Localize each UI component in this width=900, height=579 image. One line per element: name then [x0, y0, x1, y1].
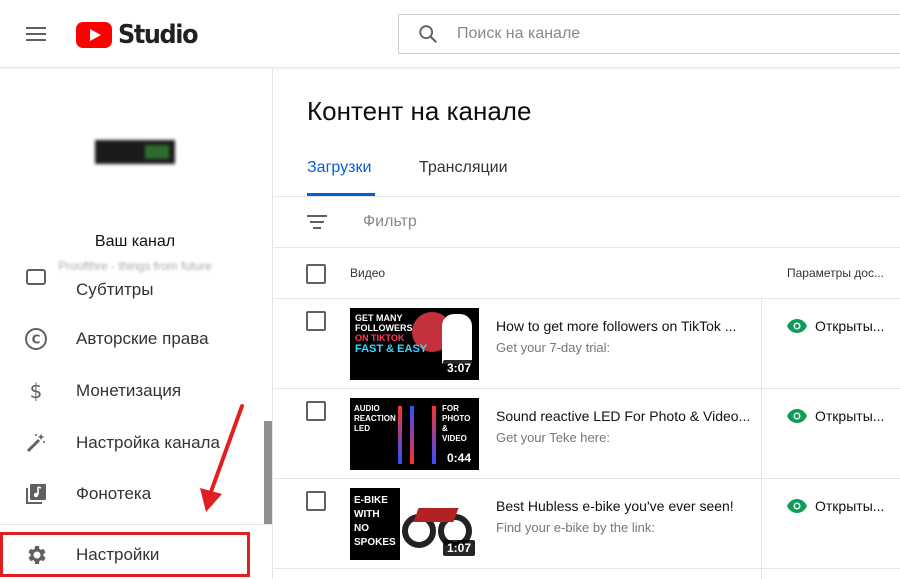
- divider: [274, 247, 900, 248]
- tab-uploads[interactable]: Загрузки: [307, 159, 371, 177]
- led-bar: [410, 406, 414, 464]
- page-title: Контент на канале: [307, 96, 532, 126]
- sidebar-item-label: Авторские права: [76, 329, 209, 348]
- column-header-visibility[interactable]: Параметры дос...: [787, 266, 884, 280]
- visibility-label: Открыты...: [815, 408, 885, 424]
- logo-text: Studio: [118, 20, 199, 50]
- search-input[interactable]: [457, 25, 757, 43]
- video-duration: 1:07: [442, 540, 475, 556]
- column-divider: [761, 298, 762, 579]
- filter-icon[interactable]: [307, 215, 327, 229]
- thumbnail-text: REACTION: [354, 414, 396, 423]
- highlight-box: [0, 532, 250, 577]
- channel-avatar[interactable]: [95, 140, 175, 164]
- eye-icon: [787, 409, 807, 423]
- main-content: Контент на канале Загрузки Трансляции Фи…: [274, 69, 900, 579]
- video-title[interactable]: Best Hubless e-bike you've ever seen!: [496, 498, 734, 514]
- sidebar-item-copyright[interactable]: C Авторские права: [0, 313, 270, 365]
- subtitles-icon: [24, 267, 48, 289]
- channel-title: Ваш канал: [94, 233, 176, 250]
- tab-live[interactable]: Трансляции: [419, 159, 508, 177]
- column-header-video[interactable]: Видео: [350, 266, 385, 280]
- row-checkbox[interactable]: [306, 311, 326, 331]
- youtube-logo-icon: [76, 22, 112, 48]
- thumbnail-text: E-BIKE: [354, 495, 388, 506]
- svg-text:$: $: [30, 379, 43, 403]
- visibility-status[interactable]: Открыты...: [787, 498, 884, 514]
- thumbnail-text: WITH: [354, 509, 380, 520]
- thumbnail-text: FAST & EASY: [355, 343, 428, 355]
- dollar-icon: $: [24, 379, 48, 403]
- table-row[interactable]: AUDIO REACTION LED FOR PHOTO & VIDEO 0:4…: [274, 389, 900, 479]
- video-thumbnail[interactable]: GET MANY FOLLOWERS ON TIKTOK FAST & EASY…: [350, 308, 479, 380]
- video-title[interactable]: Sound reactive LED For Photo & Video...: [496, 408, 750, 424]
- select-all-checkbox[interactable]: [306, 264, 326, 284]
- video-thumbnail[interactable]: AUDIO REACTION LED FOR PHOTO & VIDEO 0:4…: [350, 398, 479, 470]
- video-description: Get your 7-day trial:: [496, 340, 611, 355]
- video-title[interactable]: How to get more followers on TikTok ...: [496, 318, 736, 334]
- sidebar-scrollbar[interactable]: [264, 421, 272, 525]
- top-bar: Studio: [0, 0, 900, 68]
- divider: [274, 196, 900, 197]
- thumbnail-text: FOLLOWERS: [355, 323, 413, 333]
- thumbnail-text: GET MANY: [355, 313, 403, 323]
- filter-input[interactable]: Фильтр: [363, 213, 417, 231]
- menu-icon[interactable]: [26, 27, 46, 41]
- video-description: Find your e-bike by the link:: [496, 520, 655, 535]
- search-icon[interactable]: [417, 23, 439, 45]
- bike-frame: [413, 508, 459, 522]
- visibility-label: Открыты...: [815, 498, 885, 514]
- video-duration: 0:44: [442, 450, 475, 466]
- divider: [0, 524, 272, 525]
- table-row[interactable]: GET MANY FOLLOWERS ON TIKTOK FAST & EASY…: [274, 299, 900, 389]
- svg-text:C: C: [32, 333, 41, 347]
- table-row[interactable]: E-BIKE WITH NO SPOKES 1:07 Best Hubless …: [274, 479, 900, 569]
- sidebar-item-label: Фонотека: [76, 484, 152, 503]
- eye-icon: [787, 499, 807, 513]
- row-checkbox[interactable]: [306, 401, 326, 421]
- led-bar: [432, 406, 436, 464]
- thumbnail-text: SPOKES: [354, 537, 396, 548]
- annotation-arrow: [200, 404, 244, 512]
- eye-icon: [787, 319, 807, 333]
- copyright-icon: C: [24, 327, 48, 351]
- visibility-status[interactable]: Открыты...: [787, 318, 884, 334]
- video-duration: 3:07: [442, 360, 475, 376]
- led-bar: [398, 406, 402, 464]
- music-library-icon: [24, 482, 48, 506]
- thumbnail-text: PHOTO: [442, 414, 471, 423]
- visibility-label: Открыты...: [815, 318, 885, 334]
- studio-logo[interactable]: Studio: [76, 20, 204, 50]
- thumbnail-text: ON TIKTOK: [355, 333, 405, 343]
- thumbnail-text: NO: [354, 523, 369, 534]
- video-description: Get your Teke here:: [496, 430, 610, 445]
- thumbnail-text: FOR: [442, 404, 459, 413]
- thumbnail-text: LED: [354, 424, 370, 433]
- visibility-status[interactable]: Открыты...: [787, 408, 884, 424]
- sidebar-item-label: Субтитры: [76, 280, 154, 299]
- video-thumbnail[interactable]: E-BIKE WITH NO SPOKES 1:07: [350, 488, 479, 560]
- thumbnail-text: AUDIO: [354, 404, 380, 413]
- magic-wand-icon: [24, 431, 48, 455]
- search-box[interactable]: [398, 14, 900, 54]
- thumbnail-text: &: [442, 424, 448, 433]
- sidebar-item-subtitles[interactable]: Субтитры: [0, 267, 270, 307]
- thumbnail-person: [442, 314, 472, 364]
- row-checkbox[interactable]: [306, 491, 326, 511]
- thumbnail-text: VIDEO: [442, 434, 467, 443]
- sidebar-item-label: Монетизация: [76, 381, 182, 400]
